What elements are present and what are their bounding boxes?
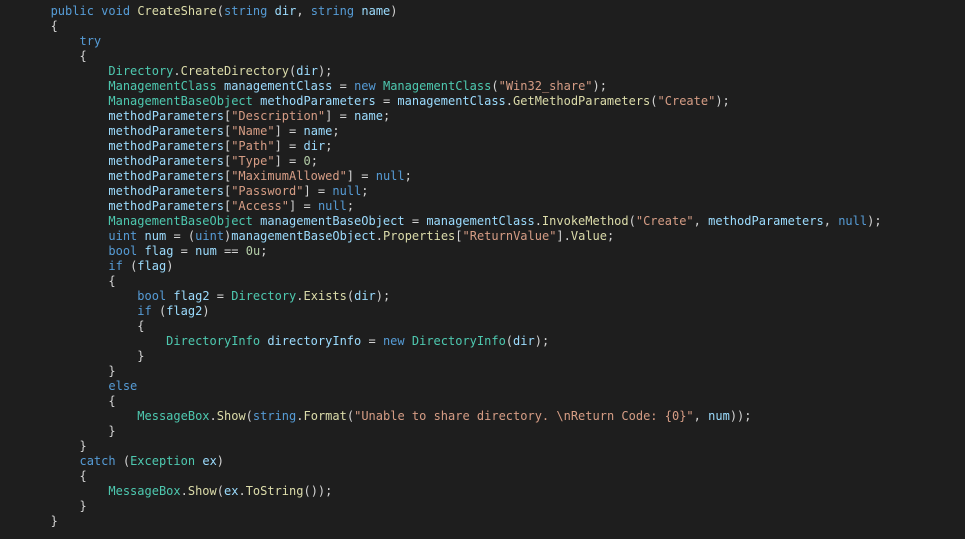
code-block: public void CreateShare(string dir, stri… <box>0 0 965 529</box>
kw-public: public <box>51 4 94 18</box>
kw-void: void <box>101 4 130 18</box>
kw-try: try <box>79 34 101 48</box>
method-name: CreateShare <box>137 4 216 18</box>
kw-else: else <box>108 379 137 393</box>
kw-catch: catch <box>79 454 115 468</box>
